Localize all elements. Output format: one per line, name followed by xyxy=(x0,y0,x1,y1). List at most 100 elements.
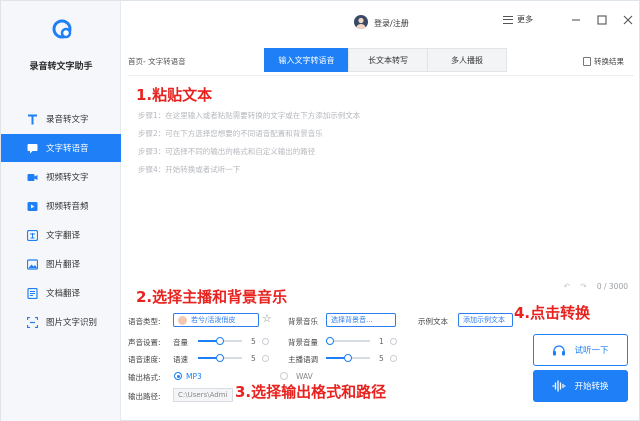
avatar[interactable] xyxy=(354,15,368,29)
start-convert-button[interactable]: 开始转换 xyxy=(533,370,628,402)
annotation-step-1: 1.粘贴文本 xyxy=(136,86,213,104)
voice-avatar xyxy=(178,315,187,325)
ocr-icon xyxy=(27,316,38,328)
sample-text-label: 示例文本 xyxy=(418,317,448,326)
volume-slider[interactable] xyxy=(198,336,242,346)
format-mp3-radio[interactable] xyxy=(174,372,182,380)
bg-volume-value: 1 xyxy=(379,337,384,346)
sidebar-item-label: 录音转文字 xyxy=(46,115,89,125)
app-window: 录音转文字助手 录音转文字 文字转语音 视频转文字 视频转音频 文字翻译 图片翻… xyxy=(0,0,640,421)
menu-icon xyxy=(503,15,513,24)
sound-settings-label: 声音设置: xyxy=(128,338,161,347)
step-hint: 步骤4：开始转换或者试听一下 xyxy=(138,165,241,174)
step-hint: 步骤3：可选择不同的输出的格式和自定义输出的路径 xyxy=(138,147,316,156)
sidebar: 录音转文字助手 录音转文字 文字转语音 视频转文字 视频转音频 文字翻译 图片翻… xyxy=(1,1,121,421)
slider-handle[interactable] xyxy=(326,337,335,345)
more-menu[interactable]: 更多 xyxy=(503,14,533,25)
slider-handle[interactable] xyxy=(216,354,224,362)
voice-select[interactable]: 若兮/活泼俏皮 xyxy=(173,313,259,327)
annotation-step-3: 3.选择输出格式和路径 xyxy=(235,383,387,401)
waveform-icon xyxy=(552,380,567,392)
pitch-label: 主播语调 xyxy=(288,355,318,364)
minimize-button[interactable] xyxy=(571,15,581,25)
convert-result-link[interactable]: 转换结果 xyxy=(583,56,624,67)
app-logo-icon xyxy=(51,18,73,40)
info-icon xyxy=(390,355,397,362)
format-wav-radio[interactable] xyxy=(280,372,288,380)
sidebar-item-audio-to-text[interactable]: 录音转文字 xyxy=(1,105,121,133)
video-icon xyxy=(27,172,38,183)
output-path-field[interactable]: C:\Users\Admi xyxy=(173,388,233,402)
t-letter-icon xyxy=(27,114,38,125)
volume-value: 5 xyxy=(251,337,256,346)
try-listen-button[interactable]: 试听一下 xyxy=(533,334,628,366)
path-label: 输出路径: xyxy=(128,392,161,401)
bg-volume-label: 背景音量 xyxy=(288,338,318,347)
sidebar-item-label: 文档翻译 xyxy=(46,289,81,299)
char-count: 0 / 3000 xyxy=(596,282,628,291)
sidebar-item-text-to-speech[interactable]: 文字转语音 xyxy=(1,134,121,162)
undo-icon[interactable]: ↶ xyxy=(563,282,570,291)
info-icon xyxy=(390,338,397,345)
speed-value: 5 xyxy=(251,354,256,363)
bgm-select[interactable]: 选择背景音... xyxy=(326,313,396,327)
tab-multi-speaker[interactable]: 多人播报 xyxy=(427,48,507,72)
star-icon[interactable]: ☆ xyxy=(262,312,272,325)
sidebar-item-label: 文字转语音 xyxy=(46,144,89,154)
slider-handle[interactable] xyxy=(344,354,352,362)
login-link[interactable]: 登录/注册 xyxy=(374,18,409,29)
more-label: 更多 xyxy=(517,15,533,24)
tab-input-text-to-speech[interactable]: 输入文字转语音 xyxy=(264,48,349,72)
pitch-slider[interactable] xyxy=(326,353,370,363)
pitch-value: 5 xyxy=(379,354,384,363)
sidebar-item-label: 图片翻译 xyxy=(46,260,81,270)
bg-volume-slider[interactable] xyxy=(326,336,370,346)
info-icon xyxy=(262,355,269,362)
text-input-area[interactable]: 1.粘贴文本 步骤1：在这里输入或者粘贴需要转换的文字或在下方添加示例文本 步骤… xyxy=(128,75,634,297)
close-button[interactable] xyxy=(623,15,633,25)
char-counter: ↶ ↷ 0 / 3000 xyxy=(563,282,628,291)
slider-handle[interactable] xyxy=(216,337,224,345)
voice-type-label: 语音类型: xyxy=(128,317,161,326)
speed-slider[interactable] xyxy=(198,353,242,363)
sidebar-item-label: 视频转音频 xyxy=(46,202,89,212)
convert-result-label: 转换结果 xyxy=(594,57,624,66)
sidebar-item-text-translate[interactable]: 文字翻译 xyxy=(1,221,121,249)
format-mp3-label: MP3 xyxy=(186,372,202,381)
sidebar-item-ocr[interactable]: 图片文字识别 xyxy=(1,308,121,336)
format-wav-label: WAV xyxy=(296,372,313,381)
step-hint: 步骤2：可在下方选择您想要的不同语音配置和背景音乐 xyxy=(138,129,323,138)
sidebar-item-video-to-text[interactable]: 视频转文字 xyxy=(1,163,121,191)
speed-section-label: 语音速度: xyxy=(128,355,161,364)
redo-icon[interactable]: ↷ xyxy=(580,282,587,291)
window-controls: 更多 xyxy=(503,14,633,25)
slider-track xyxy=(326,337,370,345)
format-label: 输出格式: xyxy=(128,373,161,382)
file-icon xyxy=(583,57,591,66)
top-bar: 登录/注册 更多 xyxy=(122,1,640,41)
try-listen-label: 试听一下 xyxy=(574,346,609,356)
info-icon xyxy=(262,338,269,345)
sidebar-item-label: 文字翻译 xyxy=(46,231,81,241)
document-icon xyxy=(27,287,38,299)
headphones-icon xyxy=(552,344,566,356)
bgm-label: 背景音乐 xyxy=(288,317,318,326)
sidebar-item-video-to-audio[interactable]: 视频转音频 xyxy=(1,192,121,220)
annotation-step-4: 4.点击转换 xyxy=(514,304,591,322)
sidebar-item-label: 图片文字识别 xyxy=(46,318,98,328)
maximize-button[interactable] xyxy=(597,14,607,25)
volume-label: 音量 xyxy=(173,338,188,347)
chat-icon xyxy=(27,143,38,154)
breadcrumb: 首页- 文字转语音 xyxy=(128,57,186,66)
speed-label: 语速 xyxy=(173,355,188,364)
app-name: 录音转文字助手 xyxy=(29,62,93,72)
add-sample-button[interactable]: 添加示例文本 xyxy=(458,313,513,327)
voice-value: 若兮/活泼俏皮 xyxy=(191,316,236,324)
tab-long-text[interactable]: 长文本转写 xyxy=(348,48,428,72)
slider-track xyxy=(198,354,242,362)
sidebar-item-image-translate[interactable]: 图片翻译 xyxy=(1,250,121,278)
translate-icon xyxy=(27,229,38,241)
sidebar-item-document-translate[interactable]: 文档翻译 xyxy=(1,279,121,307)
sidebar-nav: 录音转文字 文字转语音 视频转文字 视频转音频 文字翻译 图片翻译 文档翻译 图… xyxy=(1,105,121,337)
slider-track xyxy=(326,354,370,362)
